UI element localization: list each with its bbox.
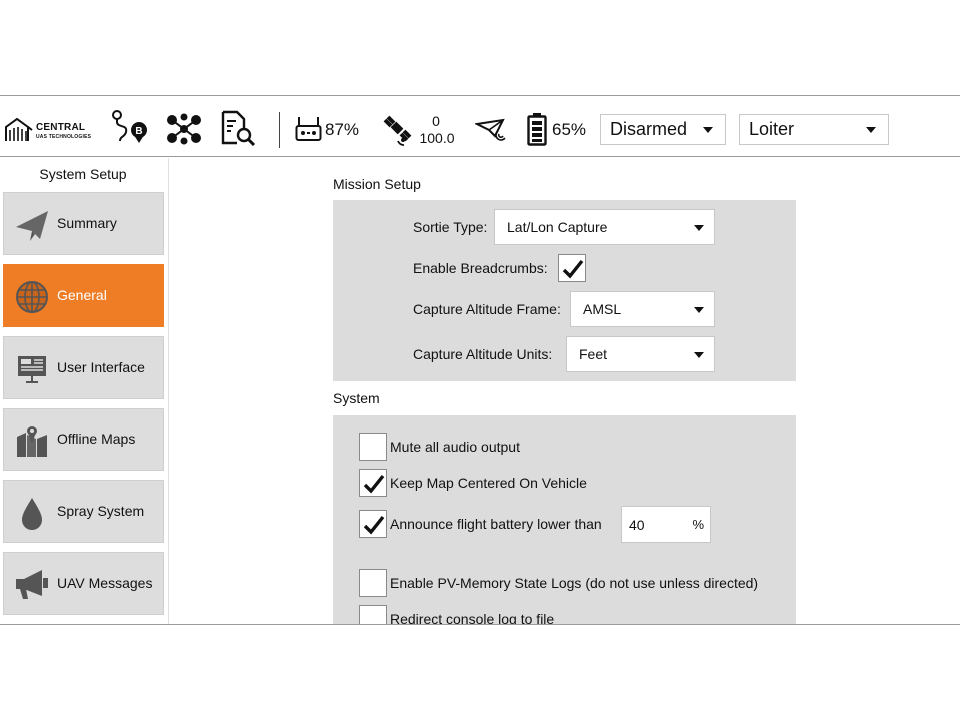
pv-memory-logs-checkbox[interactable] xyxy=(359,569,387,597)
central-logo[interactable]: CENTRAL UAS TECHNOLOGIES xyxy=(5,116,105,142)
logo-name: CENTRAL xyxy=(36,122,86,133)
house-logo-icon xyxy=(5,117,33,141)
gps-hdop: 100.0 xyxy=(419,130,455,146)
sidebar-item-label: UAV Messages xyxy=(57,575,153,591)
sortie-type-label: Sortie Type: xyxy=(413,219,488,235)
chevron-down-icon xyxy=(703,127,713,133)
pv-memory-logs-label: Enable PV-Memory State Logs (do not use … xyxy=(390,575,759,591)
rc-transmitter-icon[interactable] xyxy=(295,116,322,142)
megaphone-icon xyxy=(16,570,48,599)
mission-setup-title: Mission Setup xyxy=(333,176,421,192)
rc-signal-value: 87% xyxy=(325,120,360,139)
gps-satellite-icon[interactable] xyxy=(383,114,415,146)
announce-battery-label: Announce flight battery lower than xyxy=(390,516,602,532)
map-icon xyxy=(17,426,47,457)
checkmark-icon xyxy=(562,259,584,279)
keep-map-centered-label: Keep Map Centered On Vehicle xyxy=(390,475,587,491)
battery-threshold-value: 40 xyxy=(629,517,645,533)
flight-status-icon[interactable] xyxy=(475,118,507,142)
arm-state-dropdown[interactable]: Disarmed xyxy=(600,114,726,145)
sidebar-item-label: Offline Maps xyxy=(57,431,136,447)
sidebar-item-label: Summary xyxy=(57,215,117,231)
altitude-frame-select[interactable]: AMSL xyxy=(570,291,715,327)
system-title: System xyxy=(333,390,380,406)
settings-sidebar: System Setup Summary General User Interf… xyxy=(0,158,169,625)
globe-icon xyxy=(16,281,48,313)
battery-threshold-input[interactable]: 40 % xyxy=(621,506,711,543)
checkmark-icon xyxy=(363,474,385,494)
arm-state-value: Disarmed xyxy=(610,119,688,139)
chevron-down-icon xyxy=(694,307,704,313)
sidebar-item-label: User Interface xyxy=(57,359,145,375)
altitude-units-label: Capture Altitude Units: xyxy=(413,346,553,362)
battery-threshold-unit: % xyxy=(692,517,704,532)
logo-subtitle: UAS TECHNOLOGIES xyxy=(36,134,92,140)
redirect-console-checkbox[interactable] xyxy=(359,605,387,624)
sidebar-item-uav-messages[interactable]: UAV Messages xyxy=(3,552,164,615)
svg-text:B: B xyxy=(135,126,142,137)
gps-satellite-count: 0 xyxy=(432,113,440,129)
keep-map-centered-checkbox[interactable] xyxy=(359,469,387,497)
chevron-down-icon xyxy=(866,127,876,133)
droplet-icon xyxy=(22,498,42,530)
mute-audio-label: Mute all audio output xyxy=(390,439,520,455)
announce-battery-checkbox[interactable] xyxy=(359,510,387,538)
sidebar-item-label: Spray System xyxy=(57,503,145,519)
sidebar-item-spray-system[interactable]: Spray System xyxy=(3,480,164,543)
breadcrumbs-label: Enable Breadcrumbs: xyxy=(413,260,548,276)
altitude-frame-label: Capture Altitude Frame: xyxy=(413,301,561,317)
sidebar-item-summary[interactable]: Summary xyxy=(3,192,164,255)
plan-route-icon[interactable]: B xyxy=(110,110,150,146)
bottom-divider xyxy=(0,624,960,625)
breadcrumbs-checkbox[interactable] xyxy=(558,254,586,282)
checkmark-icon xyxy=(363,515,385,535)
monitor-icon xyxy=(18,356,46,383)
vehicle-setup-icon[interactable] xyxy=(165,113,203,145)
top-toolbar: CENTRAL UAS TECHNOLOGIES B 87% 0 100.0 6… xyxy=(0,95,960,157)
sidebar-title: System Setup xyxy=(39,166,127,182)
chevron-down-icon xyxy=(694,352,704,358)
altitude-units-value: Feet xyxy=(579,346,608,362)
altitude-units-select[interactable]: Feet xyxy=(566,336,715,372)
flight-mode-dropdown[interactable]: Loiter xyxy=(739,114,889,145)
flight-mode-value: Loiter xyxy=(749,119,795,139)
sortie-type-value: Lat/Lon Capture xyxy=(507,219,608,235)
toolbar-divider xyxy=(279,112,280,148)
altitude-frame-value: AMSL xyxy=(583,301,622,317)
settings-content: Mission Setup Sortie Type: Lat/Lon Captu… xyxy=(170,158,960,624)
redirect-console-label: Redirect console log to file xyxy=(390,611,555,624)
sortie-type-select[interactable]: Lat/Lon Capture xyxy=(494,209,715,245)
chevron-down-icon xyxy=(694,225,704,231)
battery-icon[interactable] xyxy=(527,112,547,146)
battery-value: 65% xyxy=(552,120,587,139)
sidebar-item-label: General xyxy=(57,287,107,303)
sidebar-item-user-interface[interactable]: User Interface xyxy=(3,336,164,399)
sidebar-item-general[interactable]: General xyxy=(3,264,164,327)
mute-audio-checkbox[interactable] xyxy=(359,433,387,461)
sidebar-item-offline-maps[interactable]: Offline Maps xyxy=(3,408,164,471)
paper-plane-icon xyxy=(16,211,48,241)
analyze-document-icon[interactable] xyxy=(220,110,256,146)
